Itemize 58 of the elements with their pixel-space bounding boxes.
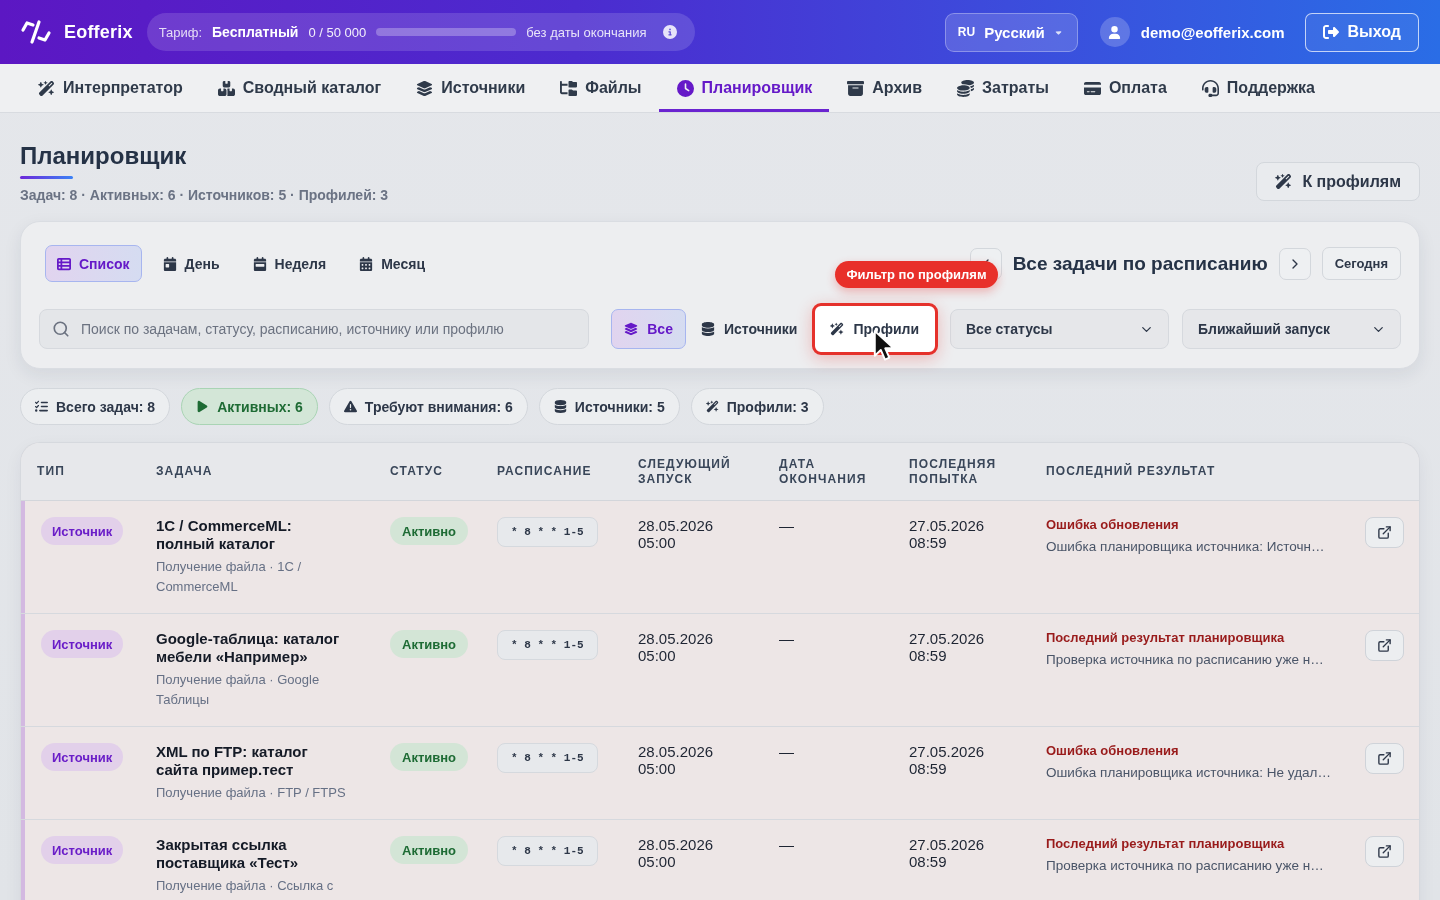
next-run-date: 28.05.2026 05:00 [638,630,715,664]
next-run-date: 28.05.2026 05:00 [638,836,715,870]
last-attempt-date: 27.05.2026 08:59 [909,743,986,777]
task-title: XML по FTP: каталог сайта пример.тест [156,743,309,779]
next-run-date: 28.05.2026 05:00 [638,517,715,551]
type-badge: Источник [41,743,124,771]
result-detail: Проверка источника по расписанию уже н… [1046,652,1324,667]
type-badge: Источник [41,630,124,658]
task-title: Google-таблица: каталог мебели «Например» [156,630,341,666]
page-title: Планировщик [20,141,187,171]
schedule-badge: * 8 * * 1-5 [497,630,598,660]
schedule-badge: * 8 * * 1-5 [497,836,598,866]
page-summary: Задач: 8 · Активных: 6 · Источников: 5 · Профилей: 3 [20,187,389,203]
period-title: Все задачи по расписанию [1012,252,1268,275]
result-title: Последний результат планировщика [1046,836,1285,852]
status-badge: Активно [390,836,469,864]
task-subtitle: Получение файла · FTP / FTPS [156,784,346,802]
schedule-badge: * 8 * * 1-5 [497,743,598,773]
end-date: — [779,630,794,647]
column-header: СЛЕДУЮЩИЙ ЗАПУСК [638,456,732,487]
end-date: — [779,743,794,760]
last-attempt-date: 27.05.2026 08:59 [909,630,986,664]
last-attempt-date: 27.05.2026 08:59 [909,517,986,551]
task-subtitle: Получение файла · 1C / CommerceML [156,558,303,596]
column-header: ЗАДАЧА [156,464,213,479]
column-header: ПОСЛЕДНИЙ РЕЗУЛЬТАТ [1046,464,1216,479]
end-date: — [779,517,794,534]
column-header: ДАТА ОКОНЧАНИЯ [779,456,865,487]
task-title: 1C / CommerceML: полный каталог [156,517,293,553]
column-header: РАСПИСАНИЕ [497,464,592,479]
last-attempt-date: 27.05.2026 08:59 [909,836,986,870]
plan-expiry: без даты окончания [526,24,647,40]
result-detail: Ошибка планировщика источника: Не удал… [1046,765,1331,780]
result-title: Ошибка обновления [1046,743,1179,759]
column-header: ТИП [37,464,65,479]
status-badge: Активно [390,517,469,545]
brand-name: Eofferix [64,21,133,43]
task-title: Закрытая ссылка поставщика «Тест» [156,836,300,872]
column-header: ПОСЛЕДНЯЯ ПОПЫТКА [909,456,998,487]
type-badge: Источник [41,836,124,864]
status-badge: Активно [390,630,469,658]
plan-name: Бесплатный [212,24,299,40]
tooltip: Фильтр по профилям [835,261,998,288]
next-run-date: 28.05.2026 05:00 [638,743,715,777]
task-subtitle: Получение файла · Google Таблицы [156,671,321,709]
user-email: demo@eofferix.com [1140,23,1285,41]
result-detail: Ошибка планировщика источника: Источн… [1046,539,1325,554]
status-badge: Активно [390,743,469,771]
column-header: СТАТУС [390,464,444,479]
result-title: Ошибка обновления [1046,517,1179,533]
plan-label: Тариф: [158,24,202,40]
schedule-badge: * 8 * * 1-5 [497,517,598,547]
plan-usage: 0 / 50 000 [308,24,367,40]
task-subtitle: Получение файла · Ссылка с [156,877,334,895]
type-badge: Источник [41,517,124,545]
end-date: — [779,836,794,853]
result-title: Последний результат планировщика [1046,630,1285,646]
result-detail: Проверка источника по расписанию уже н… [1046,858,1324,873]
